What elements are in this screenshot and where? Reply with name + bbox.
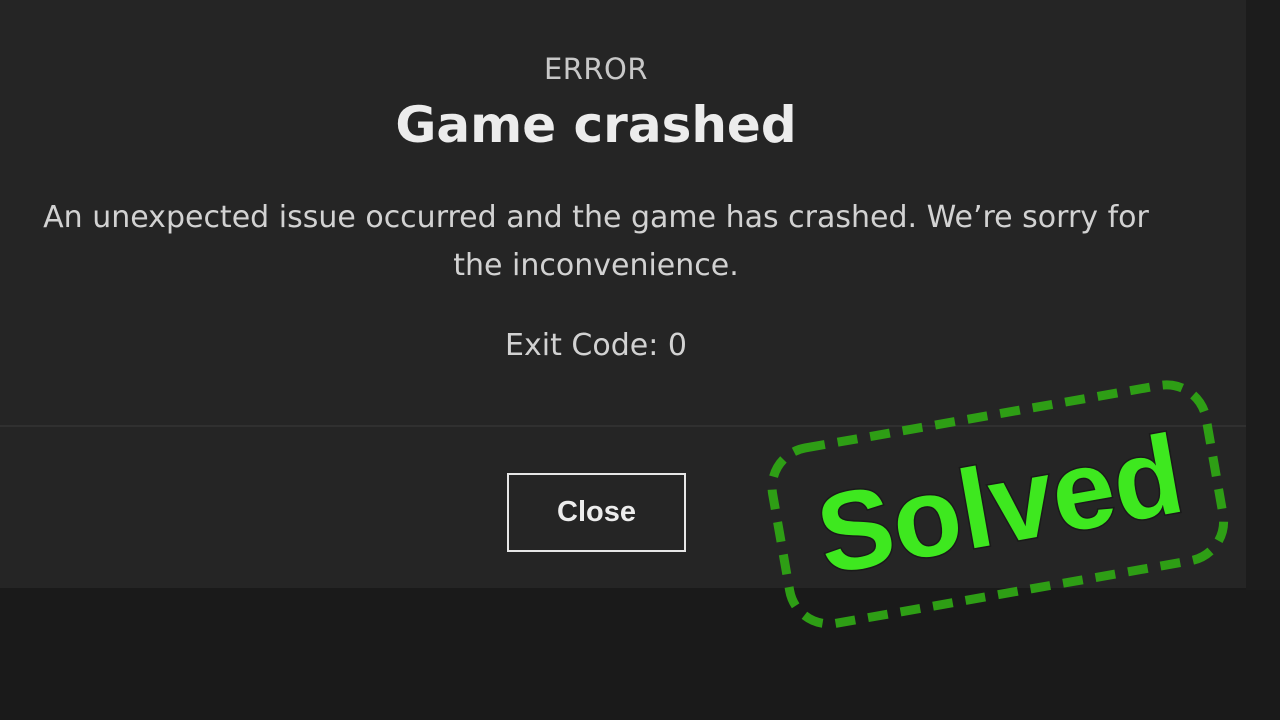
window-edge xyxy=(1246,0,1280,590)
exit-code: Exit Code: 0 xyxy=(0,327,1192,365)
dialog-message: An unexpected issue occurred and the gam… xyxy=(43,200,1149,283)
dialog-divider xyxy=(0,425,1246,427)
close-button[interactable]: Close xyxy=(507,473,686,552)
dialog-title: Game crashed xyxy=(395,96,797,154)
exit-code-label: Exit Code: xyxy=(505,328,659,363)
dialog-eyebrow: ERROR xyxy=(543,52,649,86)
crash-dialog: ERROR Game crashed An unexpected issue o… xyxy=(0,0,1246,588)
exit-code-value: 0 xyxy=(667,328,687,363)
